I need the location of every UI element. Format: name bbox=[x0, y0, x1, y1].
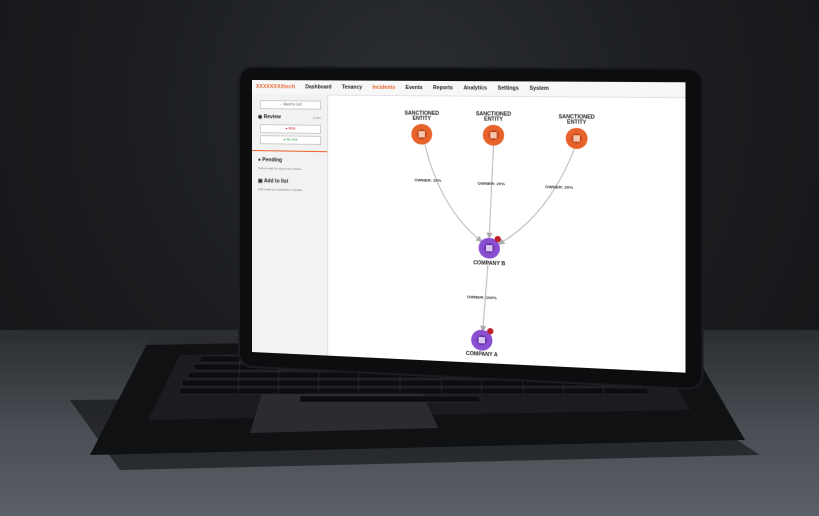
edge-sanctioned3-companyb[interactable] bbox=[500, 148, 575, 246]
sanctioned-label-1: SANCTIONED ENTITY bbox=[404, 110, 440, 123]
company-b-node[interactable] bbox=[478, 235, 501, 259]
nav-system[interactable]: System bbox=[530, 86, 549, 92]
edge-label-owner-10: OWNER: 10% bbox=[414, 177, 442, 183]
edge-label-owner-20a: OWNER: 20% bbox=[477, 180, 506, 187]
review-title-text: Review bbox=[263, 114, 281, 121]
review-meta: 1 item bbox=[312, 115, 322, 120]
sanctioned-entity-node-1[interactable] bbox=[411, 123, 433, 145]
app-window: XXXXXXXXtech Dashboard Tenancy Incidents… bbox=[252, 80, 685, 373]
edge-label-owner-100: OWNER: 100% bbox=[466, 294, 497, 301]
nav-analytics[interactable]: Analytics bbox=[463, 85, 487, 91]
edge-sanctioned2-companyb[interactable] bbox=[489, 146, 493, 237]
scene: XXXXXXXXtech Dashboard Tenancy Incidents… bbox=[0, 0, 819, 516]
risk-button-label: Risk bbox=[288, 126, 296, 131]
entity-icon bbox=[490, 132, 497, 139]
back-to-list-button[interactable]: ← Back to List bbox=[259, 100, 322, 110]
network-graph-canvas: SANCTIONED ENTITY SANCTIONED ENTITY SANC… bbox=[327, 95, 685, 373]
review-title: ◉ Review bbox=[258, 114, 281, 120]
entity-icon bbox=[573, 135, 580, 142]
company-icon bbox=[486, 244, 493, 252]
sanctioned-label-3: SANCTIONED ENTITY bbox=[558, 114, 595, 126]
pending-title[interactable]: ● Pending bbox=[258, 157, 282, 163]
company-a-node[interactable] bbox=[471, 327, 494, 352]
nav-events[interactable]: Events bbox=[405, 85, 422, 91]
add-to-list-title[interactable]: ▣ Add to list bbox=[258, 178, 288, 185]
sanctioned-entity-node-3[interactable] bbox=[565, 127, 588, 150]
risk-button[interactable]: ● Risk bbox=[259, 124, 322, 134]
nav-incidents[interactable]: Incidents bbox=[372, 85, 395, 91]
brand-logo[interactable]: XXXXXXXXtech bbox=[256, 84, 295, 90]
nav-tenancy[interactable]: Tenancy bbox=[342, 85, 362, 91]
nav-settings[interactable]: Settings bbox=[498, 85, 519, 91]
sanctioned-label-2: SANCTIONED ENTITY bbox=[475, 111, 512, 123]
no-risk-button[interactable]: ● No risk bbox=[259, 135, 322, 146]
nav-reports[interactable]: Reports bbox=[433, 85, 453, 91]
section-divider bbox=[252, 150, 328, 153]
sanctioned-entity-node-2[interactable] bbox=[482, 124, 505, 146]
no-risk-button-label: No risk bbox=[286, 137, 298, 142]
edge-label-owner-20b: OWNER: 20% bbox=[545, 184, 574, 190]
company-icon bbox=[478, 336, 485, 344]
edge-sanctioned1-companyb[interactable] bbox=[425, 145, 481, 241]
entity-icon bbox=[418, 131, 425, 138]
nav-dashboard[interactable]: Dashboard bbox=[305, 84, 331, 90]
pending-title-text: Pending bbox=[262, 157, 283, 164]
sidebar: ← Back to List ◉ Review 1 item ● Risk ● … bbox=[252, 94, 329, 356]
add-to-list-text: Add to list bbox=[263, 178, 289, 185]
graph-svg bbox=[327, 95, 685, 373]
add-to-list-subtext: Add entity to a watchlist or profile bbox=[257, 187, 302, 193]
laptop-display: XXXXXXXXtech Dashboard Tenancy Incidents… bbox=[252, 80, 685, 373]
pending-subtext: Submit task for document review bbox=[257, 166, 302, 171]
